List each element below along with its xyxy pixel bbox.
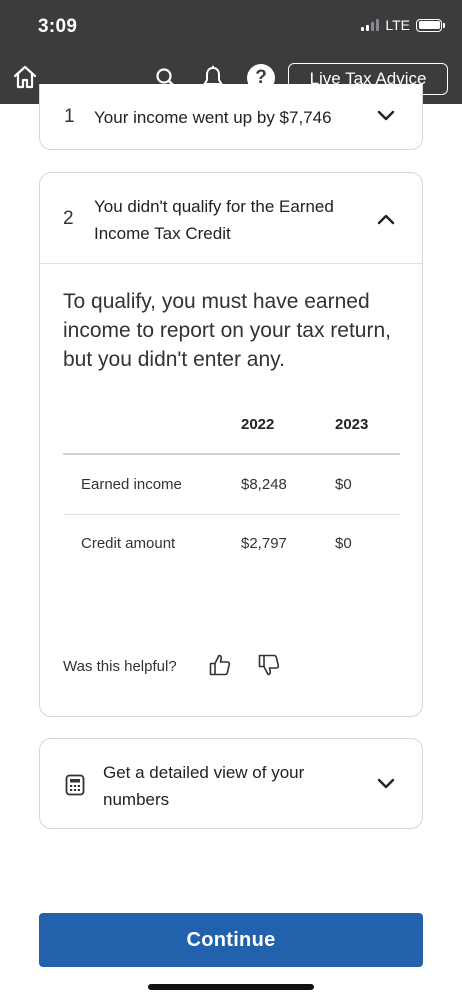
thumbs-up-icon [209,654,231,676]
table-row-divider [63,514,400,515]
detailed-view-card[interactable]: Get a detailed view of your numbers [39,738,423,829]
home-indicator[interactable] [148,984,314,990]
income-change-card[interactable]: 1 Your income went up by $7,746 [39,84,423,150]
eic-card: 2 You didn't qualify for the Earned Inco… [39,172,423,717]
continue-button[interactable]: Continue [39,913,423,967]
chevron-down-icon[interactable] [376,106,396,126]
card-title: Get a detailed view of your numbers [103,763,305,809]
earned-income-2023: $0 [335,476,352,493]
status-bar: 3:09 LTE [0,0,462,52]
chevron-up-icon[interactable] [376,209,396,229]
row-label-credit-amount: Credit amount [81,535,176,552]
card-title: Your income went up by $7,746 [94,108,332,127]
status-indicators: LTE [361,17,445,33]
status-time: 3:09 [38,16,78,37]
earned-income-2022: $8,248 [241,476,287,493]
calculator-icon [65,774,85,796]
card-number: 1 [64,106,75,127]
thumbs-down-icon [258,654,280,676]
battery-icon [416,18,445,32]
thumbs-down-button[interactable] [256,652,282,678]
card-number: 2 [63,208,74,229]
card-title: You didn't qualify for the Earned Income… [94,197,334,243]
network-label: LTE [385,17,410,33]
eic-explanation: To qualify, you must have earned income … [63,290,391,371]
credit-amount-2022: $2,797 [241,535,287,552]
column-header-2023: 2023 [335,416,369,433]
table-header-divider [63,453,400,455]
home-icon [13,65,37,89]
helpful-prompt: Was this helpful? [63,658,177,675]
column-header-2022: 2022 [241,416,275,433]
card-divider [40,263,422,264]
row-label-earned-income: Earned income [81,476,182,493]
credit-amount-2023: $0 [335,535,352,552]
signal-icon [361,19,380,31]
thumbs-up-button[interactable] [207,652,233,678]
chevron-down-icon[interactable] [376,774,396,794]
home-button[interactable] [10,62,40,92]
